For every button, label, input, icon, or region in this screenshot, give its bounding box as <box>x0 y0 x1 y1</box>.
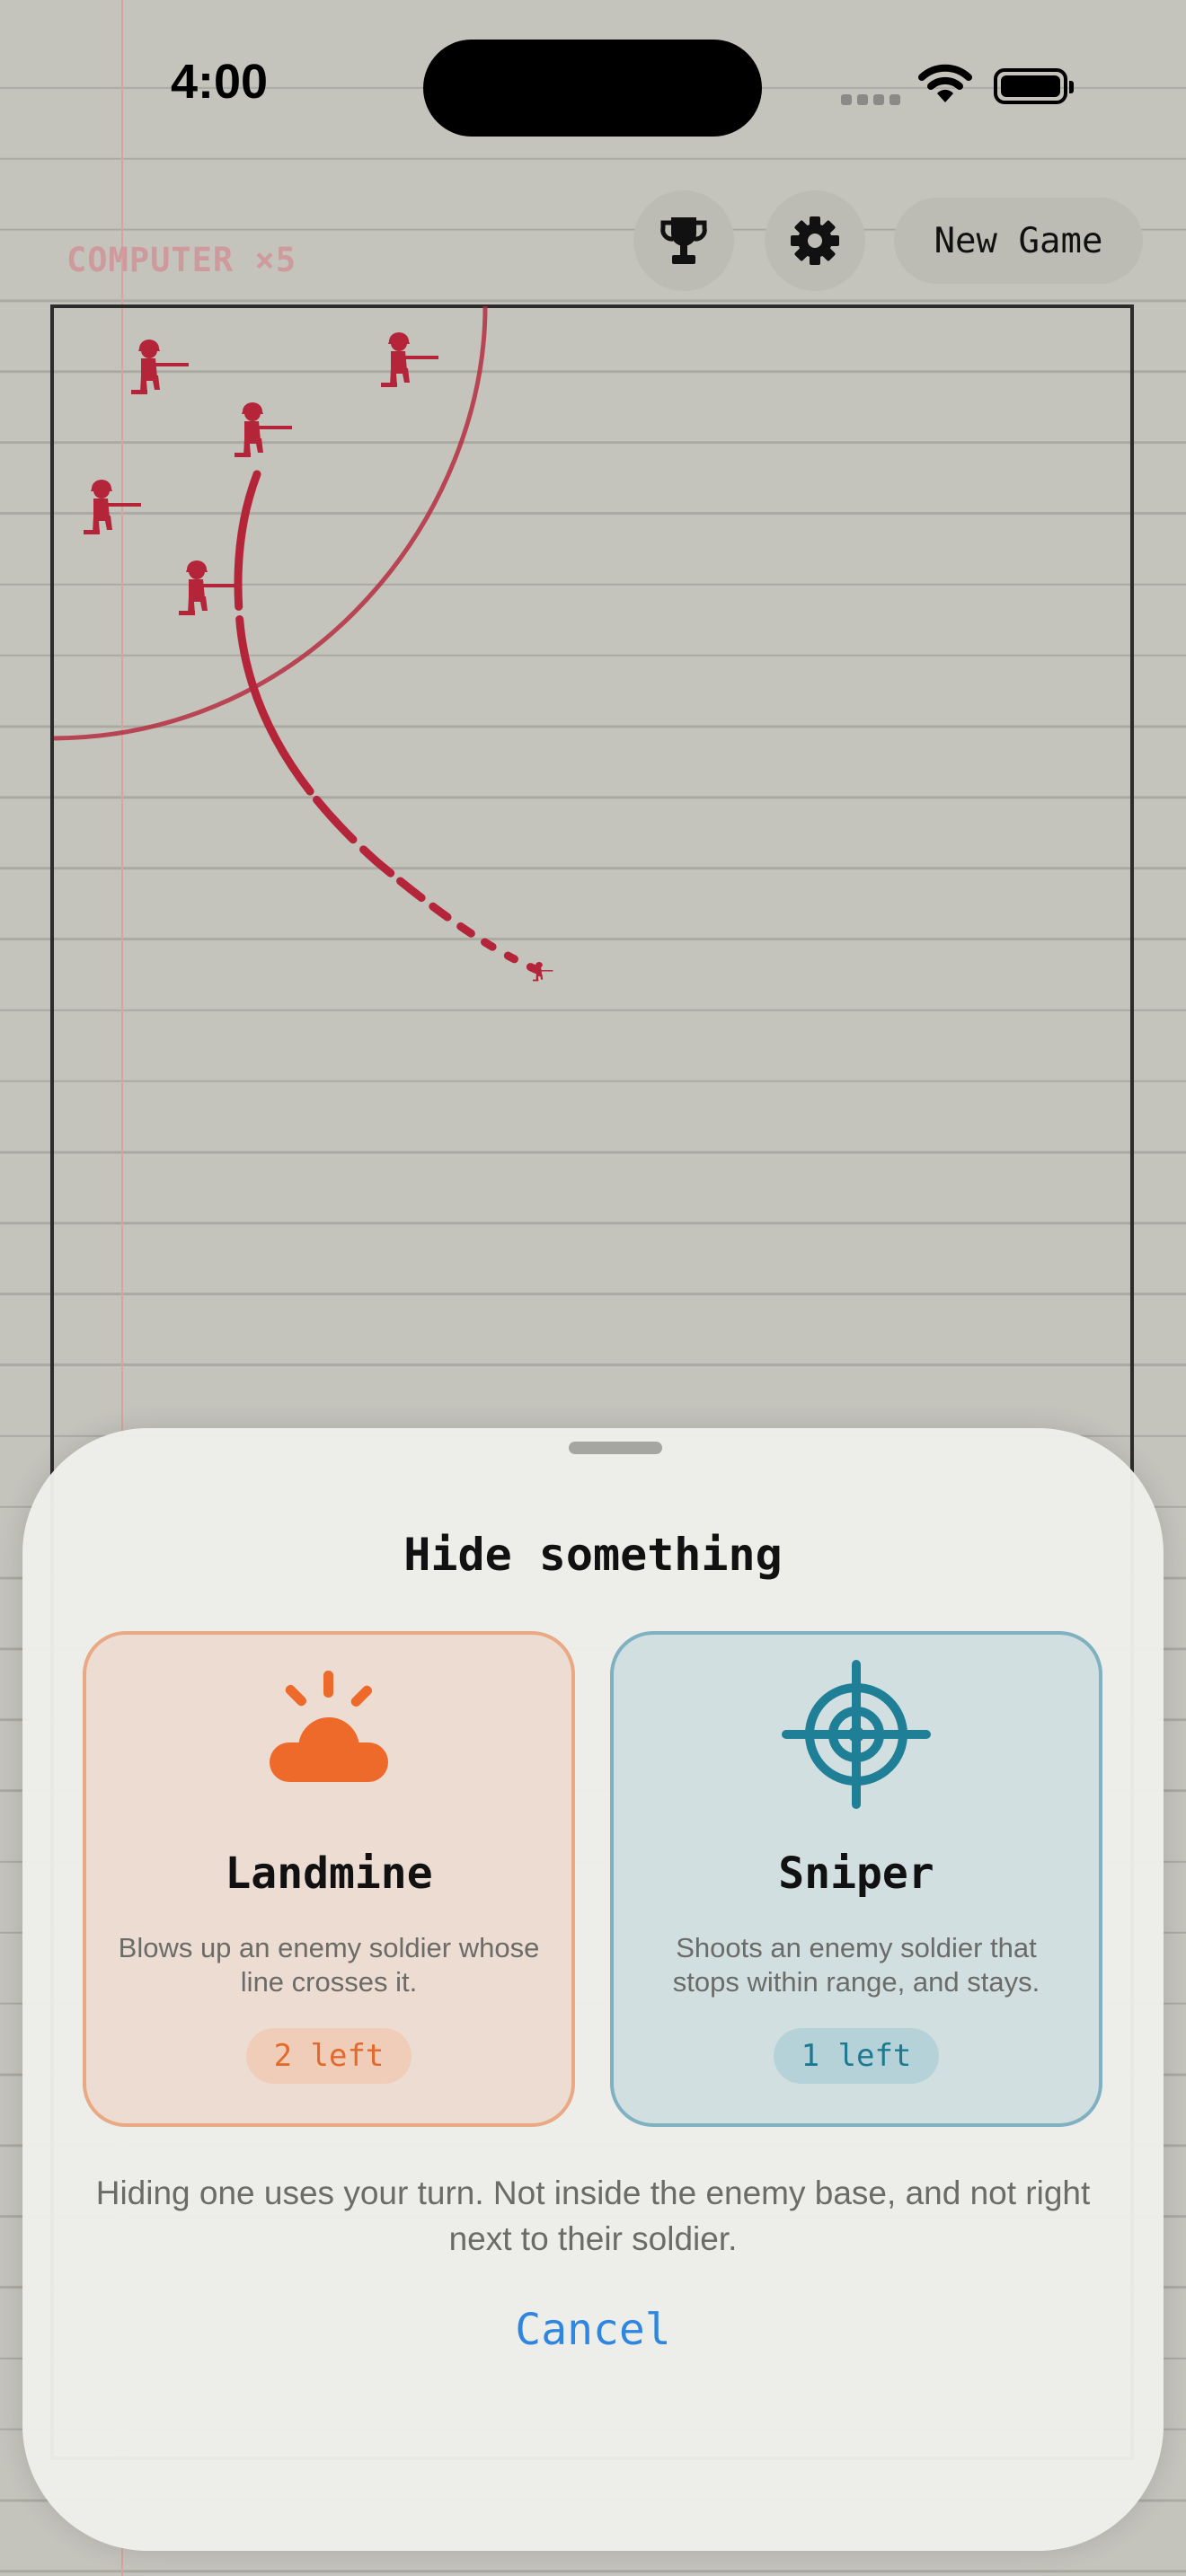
landmine-title: Landmine <box>225 1848 433 1899</box>
landmine-description: Blows up an enemy soldier whose line cro… <box>118 1932 540 1998</box>
landmine-icon <box>270 1671 388 1782</box>
enemy-soldier[interactable] <box>381 332 438 387</box>
range-arc <box>53 305 488 741</box>
movement-path <box>234 470 542 975</box>
sniper-title: Sniper <box>778 1848 934 1899</box>
landmine-remaining-badge: 2 left <box>246 2028 412 2084</box>
sheet-grabber[interactable] <box>569 1442 662 1454</box>
sheet-title: Hide something <box>403 1529 783 1581</box>
hide-rules-hint: Hiding one uses your turn. Not inside th… <box>95 2175 1091 2257</box>
enemy-soldier[interactable] <box>235 402 292 457</box>
sniper-description: Shoots an enemy soldier that stops withi… <box>672 1932 1040 1998</box>
landmine-option-card[interactable]: Landmine Blows up an enemy soldier whose… <box>83 1631 575 2127</box>
enemy-soldier[interactable] <box>84 480 141 534</box>
sniper-option-card[interactable]: Sniper Shoots an enemy soldier that stop… <box>610 1631 1102 2127</box>
enemy-soldier[interactable] <box>179 560 236 615</box>
hide-something-sheet: Hide something Landmine Blows up an enem… <box>22 1428 1164 2551</box>
sniper-remaining-badge: 1 left <box>774 2028 939 2084</box>
crosshair-icon <box>782 1660 931 1809</box>
enemy-soldier[interactable] <box>131 340 189 394</box>
board-drawing <box>53 305 553 982</box>
cancel-button[interactable]: Cancel <box>458 2305 728 2355</box>
